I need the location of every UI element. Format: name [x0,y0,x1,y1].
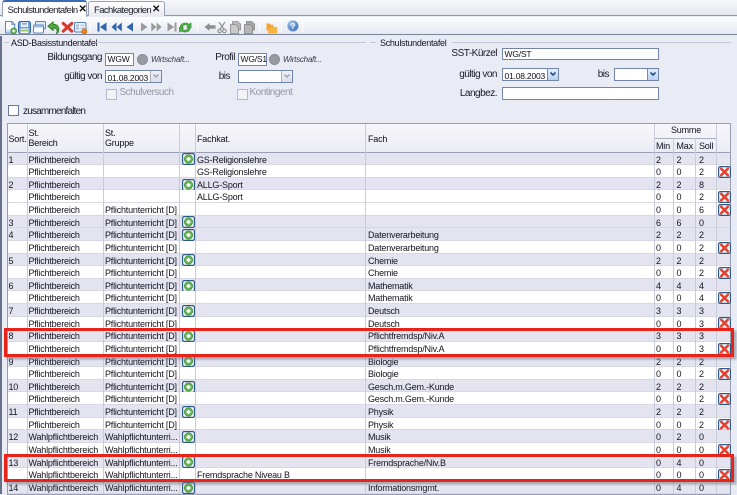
svg-text:?: ? [290,21,295,31]
